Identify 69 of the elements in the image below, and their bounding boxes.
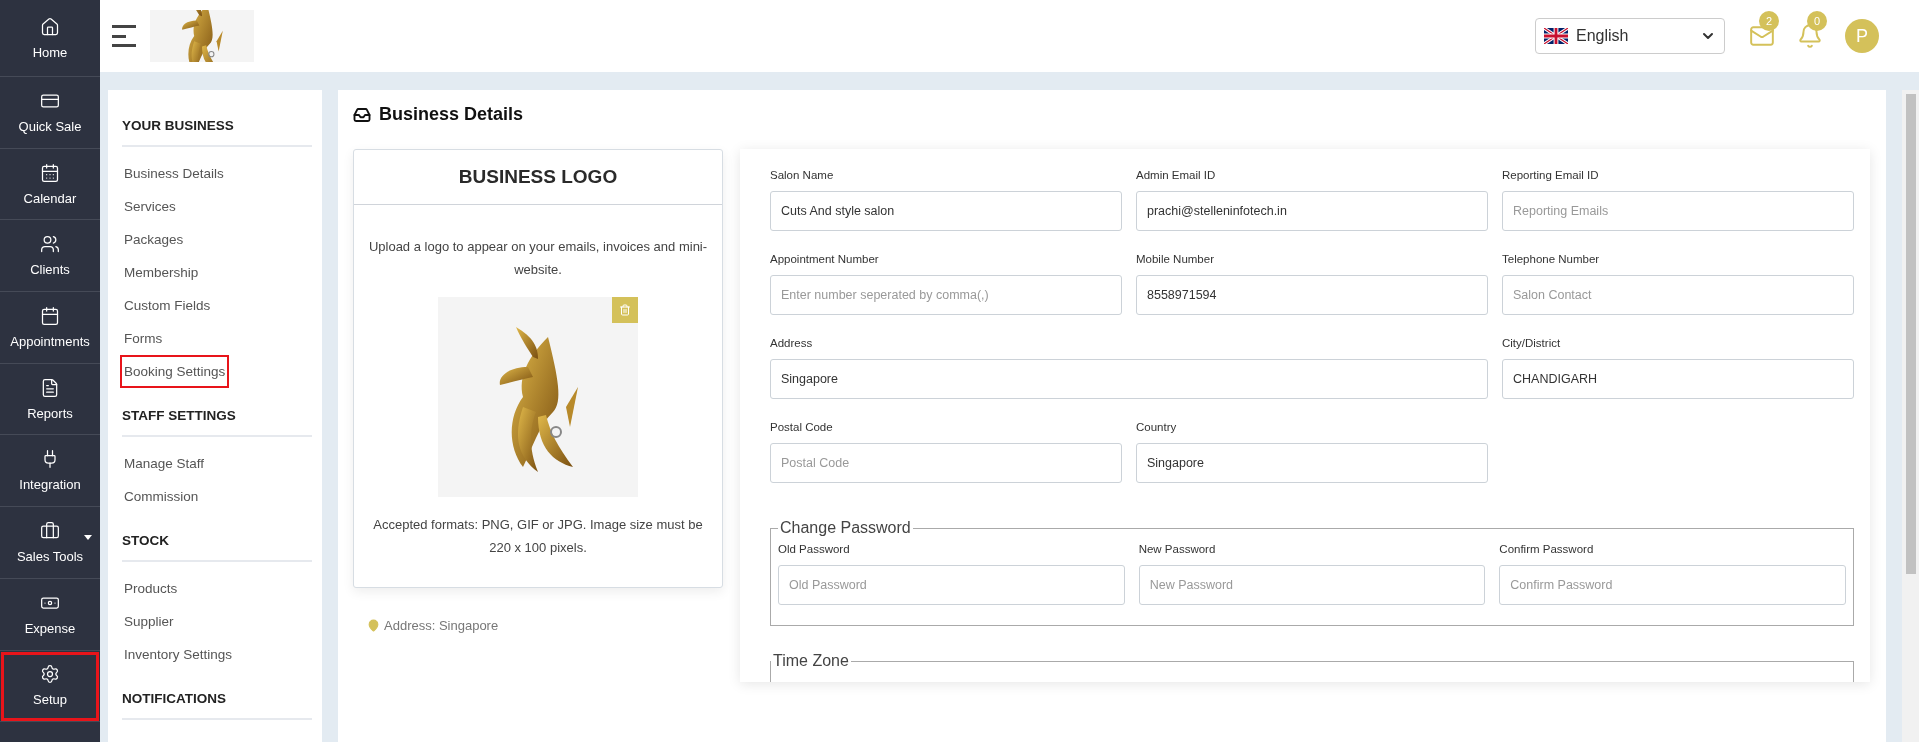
format-note: Accepted formats: PNG, GIF or JPG. Image size must be 220 x 100 pixels. (372, 516, 704, 557)
section-title: NOTIFICATIONS (122, 685, 312, 720)
upload-description: Upload a logo to appear on your emails, invoices and mini-website. (367, 238, 709, 279)
document-icon (40, 377, 60, 398)
input-field[interactable]: 8558971594 (1136, 275, 1488, 315)
settings-link[interactable]: Booking Settings (122, 357, 228, 386)
field-label: Reporting Email ID (1502, 169, 1600, 181)
briefcase-icon (40, 520, 60, 541)
field-label: Mobile Number (1136, 253, 1215, 265)
page-title-text: Business Details (379, 104, 524, 125)
input-field[interactable]: Reporting Emails (1502, 191, 1854, 231)
input-field[interactable]: prachi@stelleninfotech.in (1136, 191, 1488, 231)
section-title: STOCK (122, 527, 312, 562)
flag-icon (1544, 28, 1568, 44)
field-label: Appointment Number (770, 253, 880, 265)
field-label: Telephone Number (1502, 253, 1601, 265)
sidebar-item[interactable]: Setup (0, 650, 100, 723)
field-label: New Password (1138, 543, 1217, 555)
field-label: Confirm Password (1499, 543, 1595, 555)
home-icon (40, 16, 60, 37)
card-title: BUSINESS LOGO (354, 150, 722, 205)
settings-link[interactable]: Manage Staff (122, 449, 207, 478)
input-field[interactable]: Cuts And style salon (770, 191, 1122, 231)
trash-icon (619, 304, 631, 316)
settings-link[interactable]: Supplier (122, 607, 176, 636)
input-field[interactable]: New Password (1138, 565, 1486, 605)
settings-link[interactable]: Forms (122, 324, 165, 353)
pin-icon (367, 619, 380, 632)
calendar-icon (40, 305, 60, 326)
settings-link[interactable]: Packages (122, 225, 186, 254)
address-text: Address: Singapore (384, 618, 499, 633)
section-title: STAFF SETTINGS (122, 402, 312, 437)
settings-link[interactable]: Products (122, 574, 180, 603)
language-select[interactable]: English (1535, 18, 1725, 54)
field-label: Postal Code (770, 421, 834, 433)
scrollbar[interactable] (1902, 90, 1919, 742)
settings-icon (40, 664, 60, 685)
field-label: Old Password (778, 543, 851, 555)
input-field[interactable]: Enter number seperated by comma(,) (770, 275, 1122, 315)
input-field[interactable]: Postal Code (770, 443, 1122, 483)
calendar-icon (40, 162, 60, 183)
settings-link[interactable]: Custom Fields (122, 291, 213, 320)
input-field[interactable]: Singapore (1136, 443, 1488, 483)
input-field[interactable]: CHANDIGARH (1502, 359, 1854, 399)
settings-link[interactable]: Commission (122, 482, 201, 511)
settings-link[interactable]: Membership (122, 258, 201, 287)
field-label: Salon Name (770, 169, 835, 181)
bell-icon[interactable] (1797, 23, 1823, 49)
delete-button[interactable] (612, 297, 638, 323)
group-legend: Change Password (778, 519, 913, 537)
field-label: Address (770, 337, 814, 349)
settings-link[interactable]: Business Details (122, 159, 226, 188)
input-field[interactable]: Confirm Password (1499, 565, 1846, 605)
inbox-icon (353, 105, 371, 124)
users-icon (40, 234, 60, 255)
input-field[interactable]: Salon Contact (1502, 275, 1854, 315)
field-label: Country (1136, 421, 1178, 433)
field-label: Admin Email ID (1136, 169, 1217, 181)
settings-link[interactable]: Inventory Settings (122, 640, 235, 669)
field-label: City/District (1502, 337, 1562, 349)
input-field[interactable]: Singapore (770, 359, 1488, 399)
input-field[interactable]: Old Password (778, 565, 1125, 605)
mail-icon[interactable] (1749, 23, 1775, 49)
section-title: YOUR BUSINESS (122, 112, 312, 147)
menu-button[interactable] (112, 25, 136, 47)
count-badge: 0 (1807, 11, 1827, 31)
group-legend: Time Zone (771, 652, 851, 670)
settings-link[interactable]: Services (122, 192, 178, 221)
count-badge: 2 (1759, 11, 1779, 31)
